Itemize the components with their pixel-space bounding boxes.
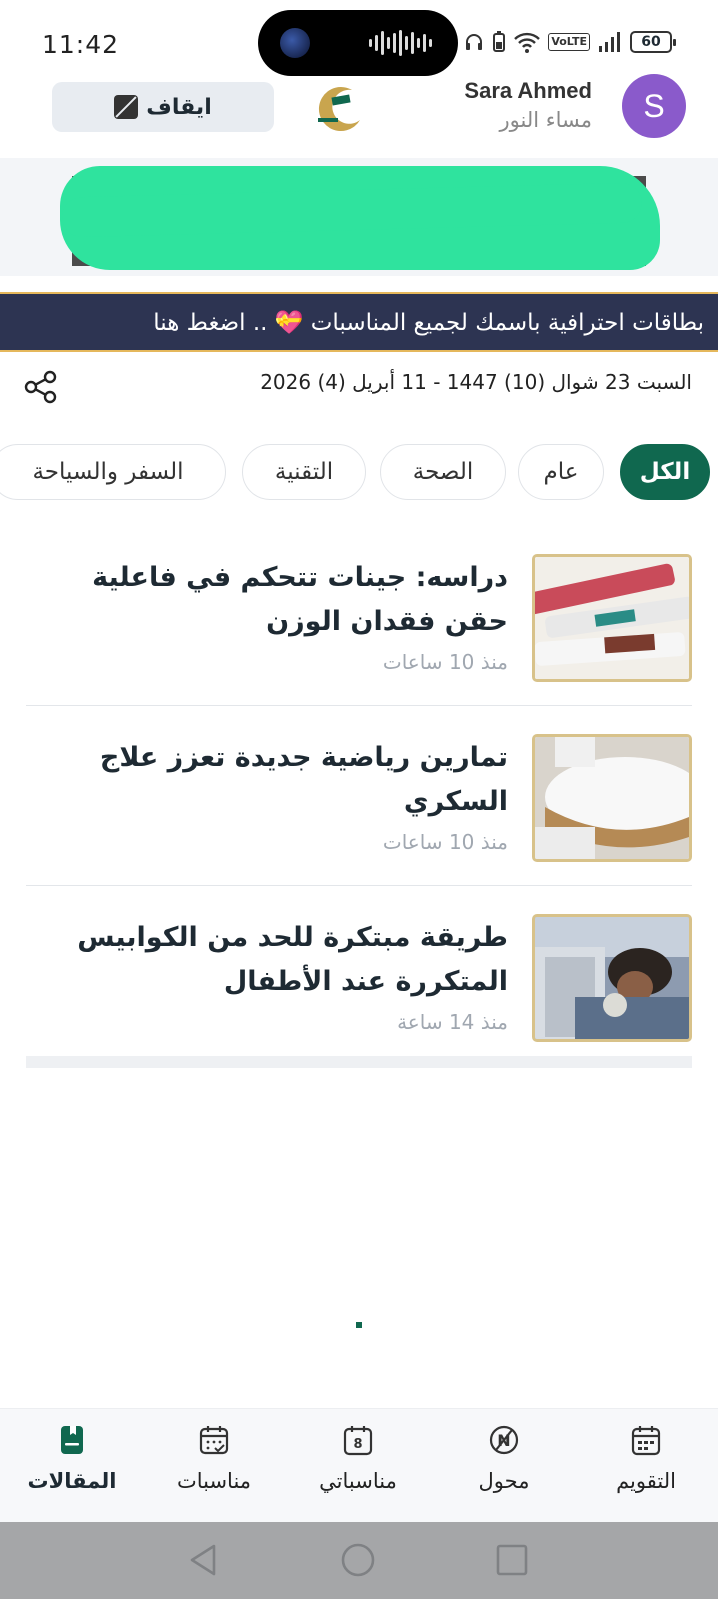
- clock: 11:42: [42, 30, 120, 59]
- chip-travel[interactable]: السفر والسياحة: [0, 444, 226, 500]
- heart-gift-icon: 💝: [274, 309, 304, 336]
- nav-articles[interactable]: المقالات: [12, 1423, 132, 1513]
- date-row: السبت 23 شوال (10) 1447 - 11 أبريل (4) 2…: [0, 356, 718, 418]
- category-chips: الكل عام الصحة التقنية السفر والسياحة: [0, 444, 718, 502]
- sleeping-child-image: [535, 917, 689, 1039]
- home-icon[interactable]: [340, 1542, 376, 1578]
- chip-health[interactable]: الصحة: [380, 444, 506, 500]
- headphones-icon: [466, 34, 483, 50]
- article-item[interactable]: تمارين رياضية جديدة تعزز علاج السكري منذ…: [26, 726, 692, 886]
- nav-label: محول: [478, 1469, 530, 1493]
- promo-text: بطاقات احترافية باسمك لجميع المناسبات 💝 …: [153, 309, 704, 336]
- pause-button[interactable]: ايقاف: [52, 82, 274, 132]
- sugar-spoon-image: [535, 737, 689, 859]
- divider: [26, 705, 692, 706]
- injection-pens-image: [535, 557, 689, 679]
- articles-icon: [61, 1426, 83, 1454]
- promo-cta: .. اضغط هنا: [153, 309, 268, 336]
- bottom-navigation: المقالات مناسبات 8 مناسباتي N محول: [0, 1408, 718, 1522]
- user-name: Sara Ahmed: [464, 78, 592, 103]
- system-icons: VoLTE 60: [464, 31, 676, 53]
- dynamic-island[interactable]: [258, 10, 458, 76]
- calendar-number-icon: 8: [343, 1426, 373, 1456]
- image-off-icon: [114, 95, 139, 119]
- article-title: دراسه: جينات تتحكم في فاعلية حقن فقدان ا…: [92, 562, 508, 637]
- article-title: طريقة مبتكرة للحد من الكوابيس المتكررة ع…: [77, 922, 508, 997]
- article-time: منذ 14 ساعة: [397, 1010, 508, 1034]
- nav-label: المقالات: [27, 1469, 117, 1493]
- divider: [26, 885, 692, 886]
- nav-converter[interactable]: N محول: [444, 1423, 564, 1513]
- crescent-logo: [318, 87, 360, 132]
- audio-wave-icon: [369, 30, 432, 56]
- nav-occasions[interactable]: مناسبات: [154, 1423, 274, 1513]
- media-artwork-icon: [280, 28, 310, 58]
- system-navigation-bar: [0, 1522, 718, 1599]
- article-time: منذ 10 ساعات: [382, 650, 508, 674]
- article-time: منذ 10 ساعات: [382, 830, 508, 854]
- promo-text-main: بطاقات احترافية باسمك لجميع المناسبات: [310, 309, 704, 336]
- calendar-check-icon: [199, 1426, 229, 1455]
- list-footer: [26, 1056, 692, 1068]
- pause-label: ايقاف: [146, 94, 212, 120]
- avatar[interactable]: S: [622, 74, 686, 138]
- recents-icon[interactable]: [494, 1542, 530, 1578]
- greeting: مساء النور: [499, 108, 593, 132]
- chip-general[interactable]: عام: [518, 444, 604, 500]
- article-item[interactable]: طريقة مبتكرة للحد من الكوابيس المتكررة ع…: [26, 906, 692, 1066]
- battery-saver-icon: [493, 31, 506, 52]
- calendar-badge: 8: [353, 1437, 362, 1452]
- nav-calendar[interactable]: التقويم: [586, 1423, 706, 1513]
- share-icon[interactable]: [22, 368, 60, 406]
- hijri-gregorian-date: السبت 23 شوال (10) 1447 - 11 أبريل (4) 2…: [260, 370, 692, 394]
- promo-ticker[interactable]: بطاقات احترافية باسمك لجميع المناسبات 💝 …: [0, 292, 718, 352]
- nav-label: مناسبات: [176, 1469, 252, 1493]
- article-thumbnail: [532, 914, 692, 1042]
- wifi-icon: [514, 32, 541, 53]
- nav-label: مناسباتي: [319, 1469, 397, 1493]
- article-thumbnail: [532, 554, 692, 682]
- volte-icon: VoLTE: [548, 33, 590, 51]
- article-thumbnail: [532, 734, 692, 862]
- article-item[interactable]: دراسه: جينات تتحكم في فاعلية حقن فقدان ا…: [26, 546, 692, 706]
- chip-technology[interactable]: التقنية: [242, 444, 366, 500]
- battery-icon: 60: [630, 31, 676, 53]
- signal-icon: [599, 32, 620, 52]
- article-title: تمارين رياضية جديدة تعزز علاج السكري: [99, 742, 508, 817]
- status-bar: 11:42 VoLTE 60: [0, 0, 718, 80]
- converter-icon: N: [489, 1425, 519, 1455]
- nav-my-occasions[interactable]: 8 مناسباتي: [298, 1423, 418, 1513]
- calendar-icon: [631, 1426, 661, 1456]
- loading-indicator: [356, 1322, 362, 1328]
- chip-all[interactable]: الكل: [620, 444, 710, 500]
- app-header: ايقاف Sara Ahmed مساء النور S: [0, 72, 718, 152]
- back-icon[interactable]: [186, 1542, 222, 1578]
- nav-label: التقويم: [616, 1469, 676, 1493]
